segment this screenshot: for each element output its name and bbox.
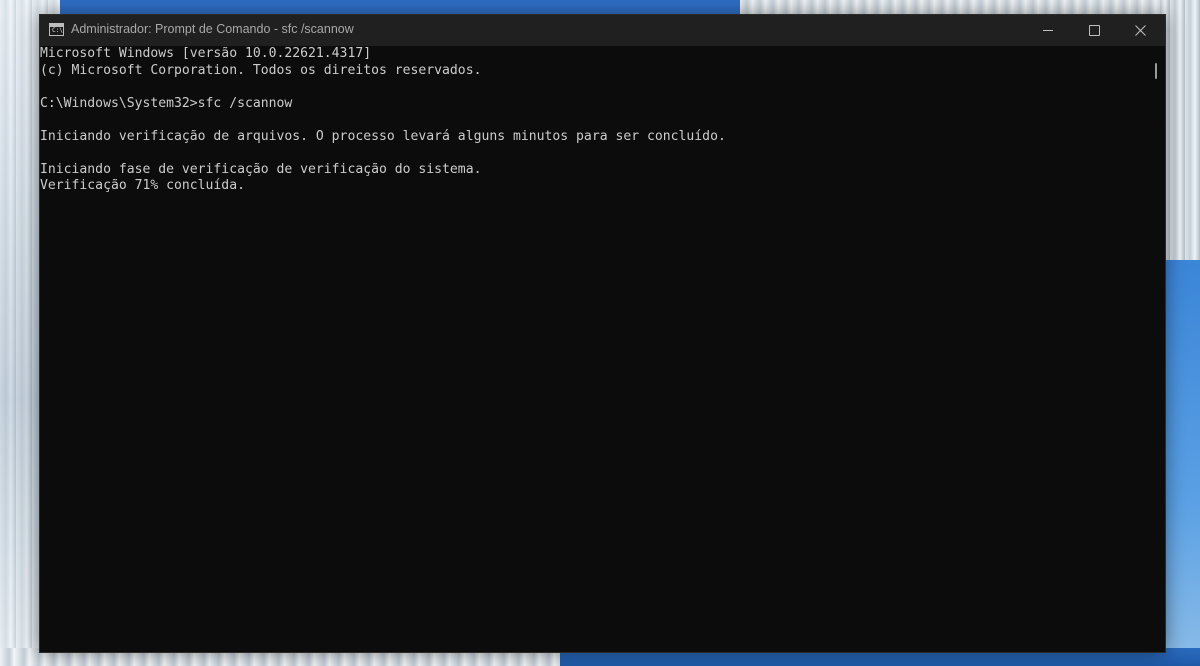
- console-line: Microsoft Windows [versão 10.0.22621.431…: [40, 46, 372, 61]
- title-bar[interactable]: C:\ Administrador: Prompt de Comando - s…: [40, 15, 1165, 46]
- maximize-button[interactable]: [1071, 15, 1117, 46]
- close-icon: [1134, 25, 1146, 36]
- console-line: Verificação 71% concluída.: [40, 178, 245, 193]
- minimize-icon: [1043, 30, 1053, 31]
- console-line: Iniciando fase de verificação de verific…: [40, 161, 482, 177]
- maximize-icon: [1088, 25, 1100, 36]
- console-line: Iniciando verificação de arquivos. O pro…: [40, 128, 726, 144]
- scrollbar-thumb[interactable]: [1155, 63, 1157, 79]
- close-button[interactable]: [1117, 15, 1163, 46]
- console-line: C:\Windows\System32>sfc /scannow: [40, 95, 293, 111]
- vertical-scrollbar[interactable]: [1147, 46, 1165, 652]
- console-line: (c) Microsoft Corporation. Todos os dire…: [40, 62, 482, 78]
- cmd-icon-prompt: C:\: [52, 27, 63, 34]
- minimize-button[interactable]: [1025, 15, 1071, 46]
- cmd-icon[interactable]: C:\: [49, 23, 64, 36]
- window-title: Administrador: Prompt de Comando - sfc /…: [71, 22, 354, 36]
- console-output[interactable]: Microsoft Windows [versão 10.0.22621.431…: [40, 46, 1147, 652]
- command-prompt-window: C:\ Administrador: Prompt de Comando - s…: [39, 14, 1166, 653]
